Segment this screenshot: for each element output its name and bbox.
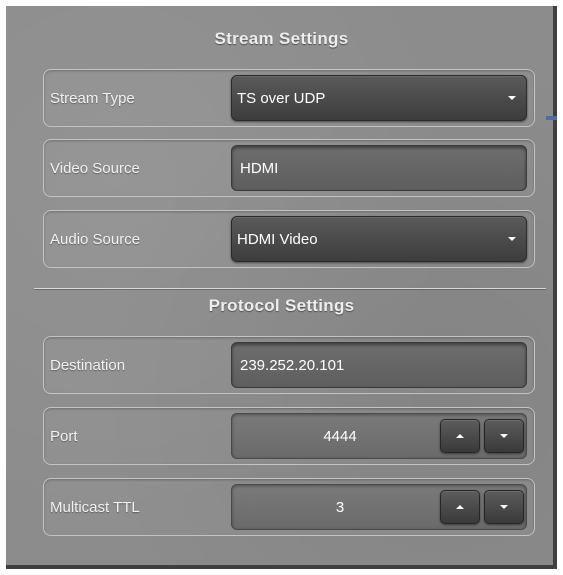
stream-type-label: Stream Type <box>50 89 135 107</box>
side-accent-bar <box>546 116 557 120</box>
destination-row: Destination 239.252.20.101 <box>43 336 535 394</box>
stream-settings-title: Stream Settings <box>214 29 349 48</box>
video-source-field[interactable]: HDMI <box>231 145 527 191</box>
port-stepper[interactable]: 4444 <box>231 413 527 459</box>
port-value: 4444 <box>323 427 357 445</box>
multicast-ttl-increment-button[interactable] <box>440 490 480 524</box>
caret-up-icon <box>456 505 464 509</box>
caret-down-icon <box>500 505 508 509</box>
video-source-value: HDMI <box>240 159 279 177</box>
port-label: Port <box>50 427 78 445</box>
audio-source-label: Audio Source <box>50 230 141 248</box>
destination-field[interactable]: 239.252.20.101 <box>231 342 527 388</box>
audio-source-value: HDMI Video <box>237 230 318 248</box>
destination-value: 239.252.20.101 <box>240 356 345 374</box>
port-increment-button[interactable] <box>440 419 480 453</box>
stream-type-select[interactable]: TS over UDP <box>231 75 527 121</box>
multicast-ttl-label: Multicast TTL <box>50 498 140 516</box>
chevron-down-icon <box>508 237 516 241</box>
multicast-ttl-stepper[interactable]: 3 <box>231 484 527 530</box>
audio-source-row: Audio Source HDMI Video <box>43 210 535 268</box>
destination-label: Destination <box>50 356 126 374</box>
multicast-ttl-row: Multicast TTL 3 <box>43 478 535 536</box>
chevron-down-icon <box>508 96 516 100</box>
port-decrement-button[interactable] <box>484 419 524 453</box>
audio-source-select[interactable]: HDMI Video <box>231 216 527 262</box>
stream-type-row: Stream Type TS over UDP <box>43 69 535 127</box>
protocol-settings-title: Protocol Settings <box>208 296 355 315</box>
stream-type-value: TS over UDP <box>237 89 326 107</box>
section-divider <box>34 288 546 289</box>
video-source-label: Video Source <box>50 159 140 177</box>
multicast-ttl-value: 3 <box>335 498 345 516</box>
caret-down-icon <box>500 434 508 438</box>
caret-up-icon <box>456 434 464 438</box>
multicast-ttl-decrement-button[interactable] <box>484 490 524 524</box>
video-source-row: Video Source HDMI <box>43 139 535 197</box>
port-row: Port 4444 <box>43 407 535 465</box>
